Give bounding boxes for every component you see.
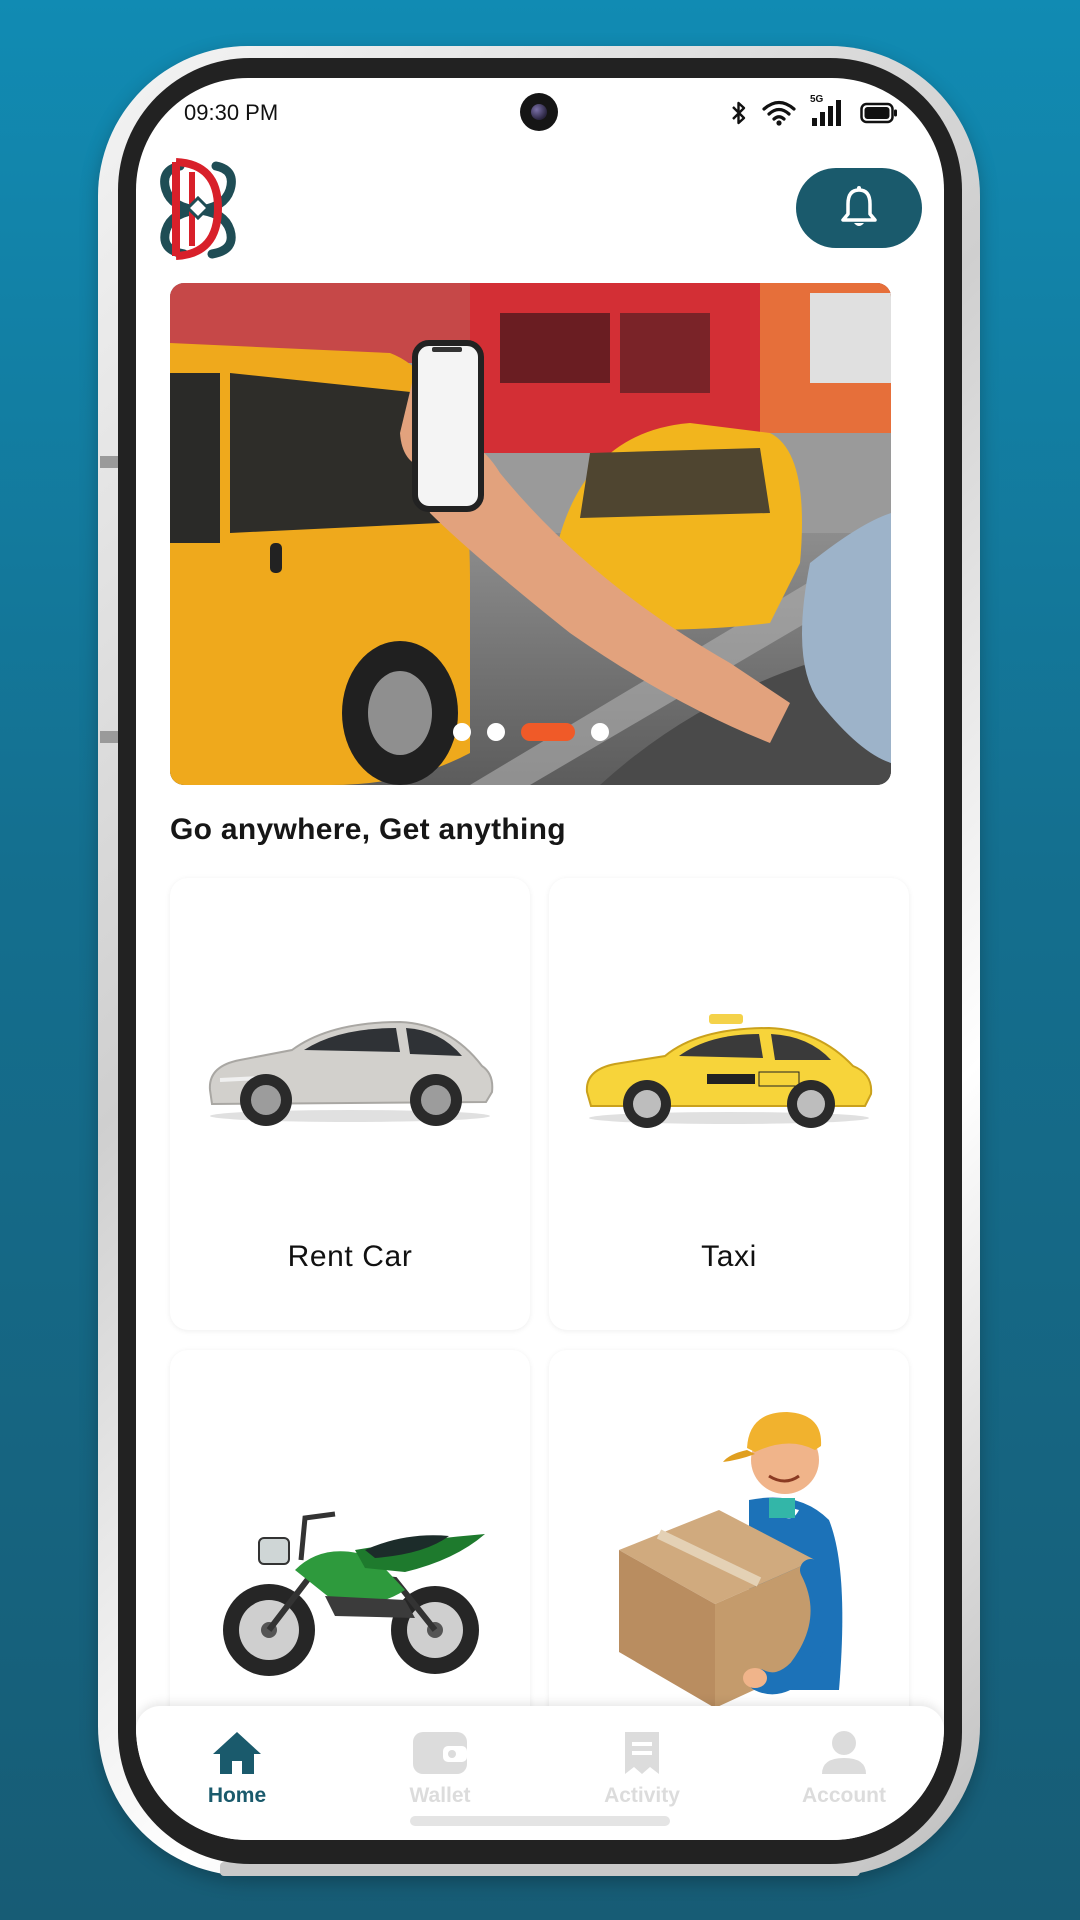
carousel-dot[interactable]	[452, 723, 471, 741]
status-icons: 5G	[730, 94, 898, 128]
nav-label: Activity	[604, 1784, 680, 1807]
signal-icon: 5G	[810, 94, 846, 128]
home-indicator[interactable]	[410, 1816, 670, 1826]
nav-label: Home	[207, 1784, 267, 1807]
wifi-icon	[762, 100, 796, 126]
yellow-taxi-image	[585, 1014, 873, 1128]
taxi-hailing-photo	[170, 283, 891, 785]
notification-button[interactable]	[796, 168, 922, 248]
promo-banner[interactable]	[170, 283, 891, 785]
receipt-icon	[625, 1732, 659, 1774]
bell-icon	[841, 186, 877, 226]
carousel-dot-active[interactable]	[520, 723, 575, 741]
battery-icon	[860, 102, 897, 124]
phone-base	[220, 1862, 860, 1876]
carousel-indicator	[170, 723, 891, 741]
nav-item-account[interactable]: Account	[774, 1730, 914, 1808]
wallet-icon	[413, 1732, 467, 1774]
carousel-dot[interactable]	[486, 723, 505, 741]
front-camera	[520, 93, 558, 131]
volume-button	[100, 456, 118, 468]
status-time: 09:30 PM	[184, 100, 279, 125]
section-headline: Go anywhere, Get anything	[170, 813, 566, 846]
service-card-rent-car[interactable]: Rent Car	[170, 878, 530, 1330]
user-icon	[822, 1731, 866, 1774]
service-card-taxi[interactable]: Taxi	[549, 878, 909, 1330]
status-bar: 09:30 PM 5G	[136, 78, 944, 148]
bluetooth-icon	[732, 101, 746, 125]
carousel-dot[interactable]	[590, 723, 609, 741]
service-label: Rent Car	[287, 1240, 413, 1273]
nav-item-activity[interactable]: Activity	[572, 1730, 712, 1808]
monogram-logo	[152, 158, 244, 260]
nav-label: Wallet	[409, 1784, 471, 1807]
nav-item-wallet[interactable]: Wallet	[370, 1730, 510, 1808]
power-button	[100, 731, 118, 743]
nav-label: Account	[802, 1784, 886, 1807]
home-icon	[213, 1732, 261, 1774]
service-label: Taxi	[701, 1240, 757, 1273]
silver-car-image	[208, 1020, 494, 1126]
nav-item-home[interactable]: Home	[167, 1730, 307, 1808]
green-motorcycle-image	[223, 1511, 485, 1676]
app-screen: 09:30 PM 5G Go anywhere, Get anything Re…	[136, 78, 944, 1840]
delivery-courier-image	[619, 1412, 843, 1708]
